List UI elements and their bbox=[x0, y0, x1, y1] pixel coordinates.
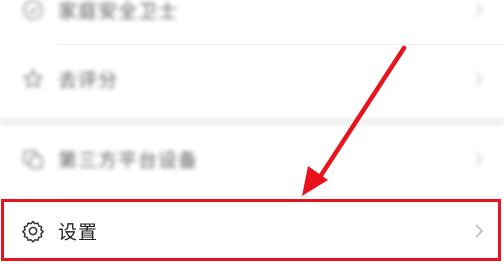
star-icon bbox=[20, 66, 46, 92]
highlight-box bbox=[1, 199, 501, 261]
menu-item-label: 去评分 bbox=[58, 69, 119, 92]
chevron-right-icon bbox=[474, 2, 484, 18]
menu-item-family-security[interactable]: 家庭安全卫士 bbox=[0, 0, 504, 42]
menu-item-label: 家庭安全卫士 bbox=[58, 0, 179, 23]
section-divider bbox=[0, 118, 504, 126]
chevron-right-icon bbox=[474, 71, 484, 87]
menu-item-rate[interactable]: 去评分 bbox=[0, 46, 504, 112]
menu-item-third-party-devices[interactable]: 第三方平台设备 bbox=[0, 126, 504, 192]
settings-menu-screen: 家庭安全卫士 去评分 第三方平台设备 设置 bbox=[0, 0, 504, 266]
shield-icon bbox=[20, 0, 46, 23]
divider bbox=[58, 196, 504, 197]
chevron-right-icon bbox=[474, 151, 484, 167]
divider bbox=[58, 44, 504, 45]
devices-icon bbox=[20, 146, 46, 172]
menu-item-label: 第三方平台设备 bbox=[58, 149, 199, 172]
